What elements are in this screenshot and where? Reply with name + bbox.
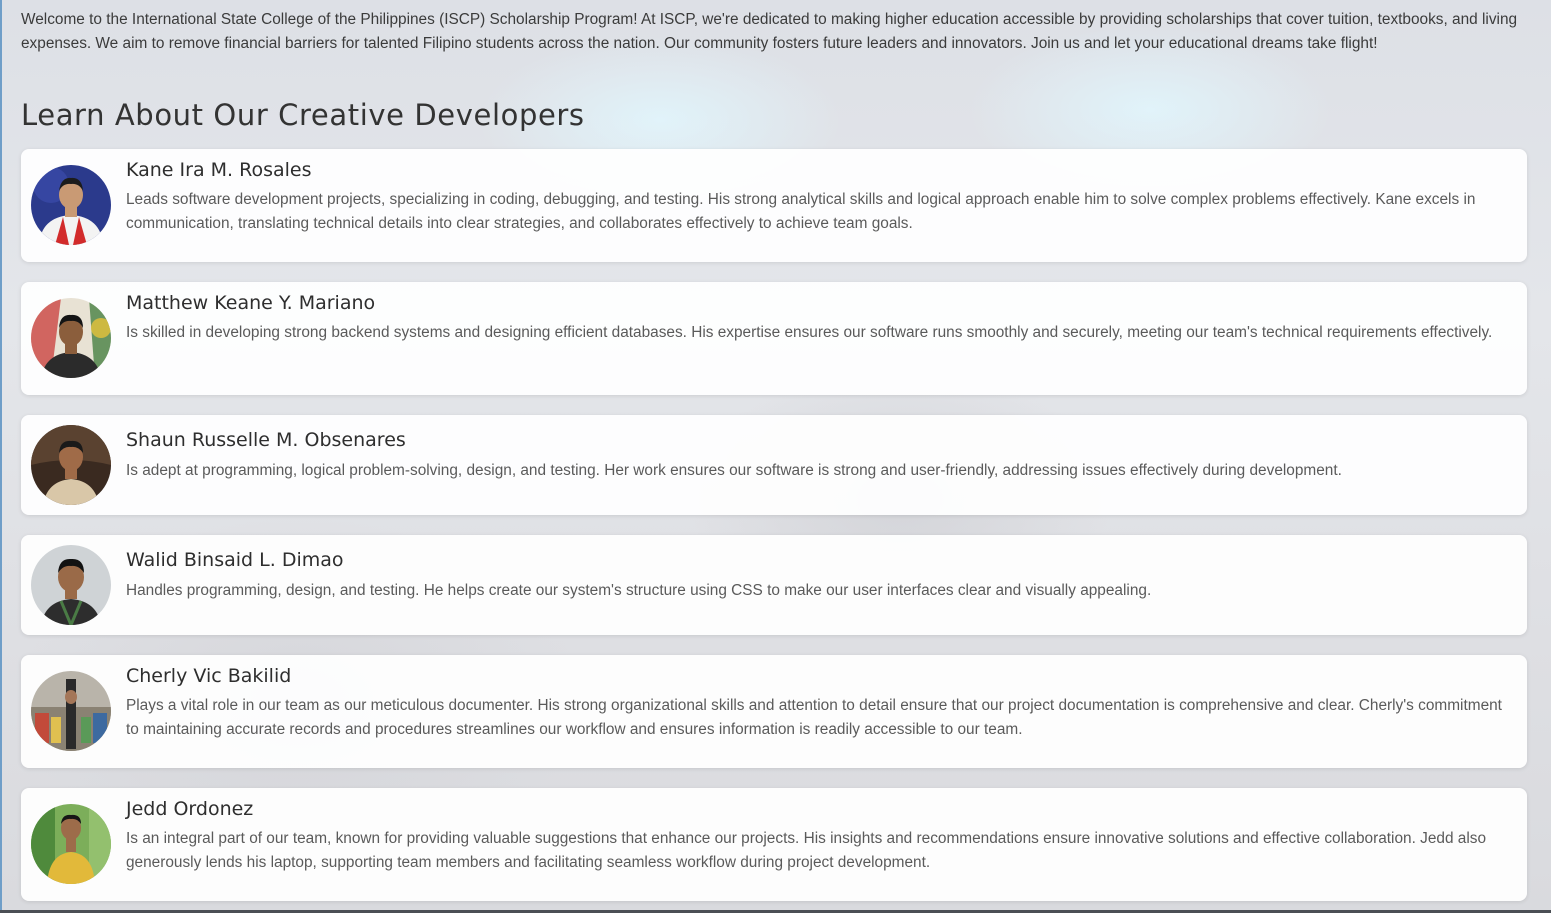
portrait-photo-icon xyxy=(31,545,111,625)
portrait-photo-icon xyxy=(31,671,111,751)
developer-name: Walid Binsaid L. Dimao xyxy=(126,549,344,571)
developer-photo xyxy=(31,425,111,505)
developer-description: Handles programming, design, and testing… xyxy=(126,582,1152,599)
portrait-photo-icon xyxy=(31,165,111,245)
developer-name: Jedd Ordonez xyxy=(126,798,254,820)
portrait-photo-icon xyxy=(31,804,111,884)
developer-card: Cherly Vic Bakilid Plays a vital role in… xyxy=(21,655,1527,768)
developer-photo xyxy=(31,804,111,884)
portrait-photo-icon xyxy=(31,425,111,505)
developer-photo xyxy=(31,545,111,625)
developer-photo xyxy=(31,298,111,378)
developer-card: Kane Ira M. Rosales Leads software devel… xyxy=(21,149,1527,262)
page-left-border xyxy=(0,0,2,913)
developer-description: Is adept at programming, logical problem… xyxy=(126,462,1342,479)
developer-photo xyxy=(31,165,111,245)
developer-description: Is skilled in developing strong backend … xyxy=(126,324,1493,341)
developer-description: Leads software development projects, spe… xyxy=(126,191,1476,232)
developer-name: Kane Ira M. Rosales xyxy=(126,159,312,181)
developer-name: Matthew Keane Y. Mariano xyxy=(126,292,376,314)
developer-name: Shaun Russelle M. Obsenares xyxy=(126,429,406,451)
developer-card: Shaun Russelle M. Obsenares Is adept at … xyxy=(21,415,1527,515)
developer-description: Plays a vital role in our team as our me… xyxy=(126,697,1502,738)
developer-name: Cherly Vic Bakilid xyxy=(126,665,292,687)
developer-photo xyxy=(31,671,111,751)
developer-card: Walid Binsaid L. Dimao Handles programmi… xyxy=(21,535,1527,635)
intro-paragraph: Welcome to the International State Colle… xyxy=(21,11,1518,52)
portrait-photo-icon xyxy=(31,298,111,378)
developer-card: Jedd Ordonez Is an integral part of our … xyxy=(21,788,1527,901)
developer-card: Matthew Keane Y. Mariano Is skilled in d… xyxy=(21,282,1527,395)
developer-description: Is an integral part of our team, known f… xyxy=(126,830,1487,871)
developers-section-title: Learn About Our Creative Developers xyxy=(21,98,585,132)
